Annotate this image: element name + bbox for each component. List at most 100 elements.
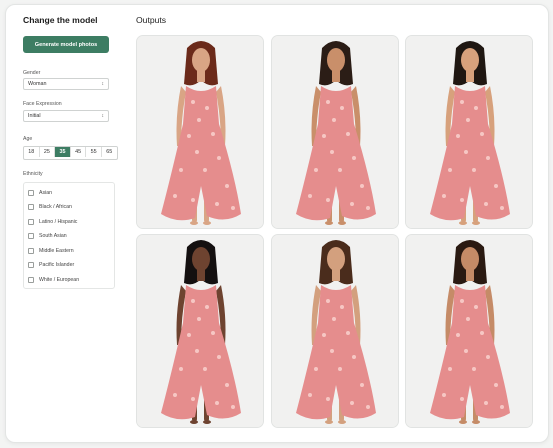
dress-print [460,198,464,202]
gender-label: Gender [23,70,41,76]
dress-print [326,198,330,202]
dress-print [448,367,452,371]
gender-select[interactable]: Woman ↕ [23,78,109,90]
ethnicity-option-label: Black / African [39,204,72,210]
foot [472,221,480,225]
output-photo[interactable] [271,234,399,428]
dress-print [203,168,207,172]
dress-print [187,333,191,337]
age-option-45[interactable]: 45 [70,147,87,157]
dress-print [350,401,354,405]
dress-print [217,355,221,359]
dress-print [474,106,478,110]
dress-print [191,397,195,401]
checkbox[interactable] [28,218,34,225]
foot [325,420,333,424]
foot [338,420,346,424]
generate-model-photos-button[interactable]: Generate model photos [23,36,109,53]
age-segmented-control: 18 25 35 45 55 65 [23,146,118,160]
dress-print [442,194,446,198]
dress-print [494,184,498,188]
age-option-35[interactable]: 35 [55,147,71,157]
dress-print [466,118,470,122]
ethnicity-option-latino-hispanic[interactable]: Latino / Hispanic [28,217,77,226]
ethnicity-option-label: Pacific Islander [39,262,75,268]
checkbox[interactable] [28,189,34,196]
age-option-55[interactable]: 55 [86,147,102,157]
dress-print [191,100,195,104]
checkbox[interactable] [28,233,34,239]
ethnicity-option-south-asian[interactable]: South Asian [28,232,67,241]
dress-print [330,150,334,154]
checkbox[interactable] [28,204,34,210]
dress-print [197,317,201,321]
dress-print [231,405,235,409]
dress-print [464,150,468,154]
ethnicity-option-black-african[interactable]: Black / African [28,203,72,212]
age-option-18[interactable]: 18 [24,147,40,157]
ethnicity-option-asian[interactable]: Asian [28,188,52,197]
dress-print [448,168,452,172]
model-figure [272,235,398,427]
dress-print [314,367,318,371]
dress-print [352,355,356,359]
face-expression-select[interactable]: Initial ↕ [23,110,109,122]
app-window: Change the model Generate model photos G… [5,4,549,443]
foot [325,221,333,225]
output-photo[interactable] [405,35,533,229]
model-figure [406,36,532,228]
dress-print [366,206,370,210]
dress-print [484,401,488,405]
dress-print [314,168,318,172]
checkbox[interactable] [28,262,34,268]
ethnicity-option-middle-eastern[interactable]: Middle Eastern [28,246,74,255]
dress-print [231,206,235,210]
face [192,247,210,271]
dress-print [486,355,490,359]
output-photo[interactable] [405,234,533,428]
chevron-updown-icon: ↕ [101,81,105,87]
dress-print [340,106,344,110]
ethnicity-option-label: Middle Eastern [39,247,74,254]
dress-print [173,194,177,198]
dress-print [326,397,330,401]
face-expression-label: Face Expression [23,101,62,107]
age-label: Age [23,136,33,142]
checkbox[interactable] [28,276,34,283]
dress-print [332,118,336,122]
foot [203,420,211,424]
dress-print [326,299,330,303]
dress-print [480,132,484,136]
ethnicity-list: Asian Black / African Latino / Hispanic … [23,182,115,289]
dress-print [442,393,446,397]
output-photo[interactable] [136,234,264,428]
dress-print [346,331,350,335]
dress-print [211,132,215,136]
dress-print [332,317,336,321]
age-option-25[interactable]: 25 [39,147,56,157]
dress-print [360,383,364,387]
dress-print [179,367,183,371]
model-figure [137,235,263,427]
outputs-title: Outputs [136,15,167,25]
ethnicity-label: Ethnicity [23,171,43,177]
foot [472,420,480,424]
foot [203,221,211,225]
dress-print [191,198,195,202]
ethnicity-option-white-european[interactable]: White / European [28,275,79,284]
dress-print [215,401,219,405]
output-photo[interactable] [271,35,399,229]
dress-print [308,393,312,397]
foot [459,420,467,424]
dress-print [474,305,478,309]
dress-print [173,393,177,397]
face [461,247,479,271]
output-photo[interactable] [136,35,264,229]
ethnicity-option-pacific-islander[interactable]: Pacific Islander [28,261,74,270]
model-figure [137,36,263,228]
age-option-65[interactable]: 65 [101,147,117,157]
checkbox[interactable] [28,247,34,254]
model-figure [406,235,532,427]
foot [190,221,198,225]
face [327,48,345,72]
